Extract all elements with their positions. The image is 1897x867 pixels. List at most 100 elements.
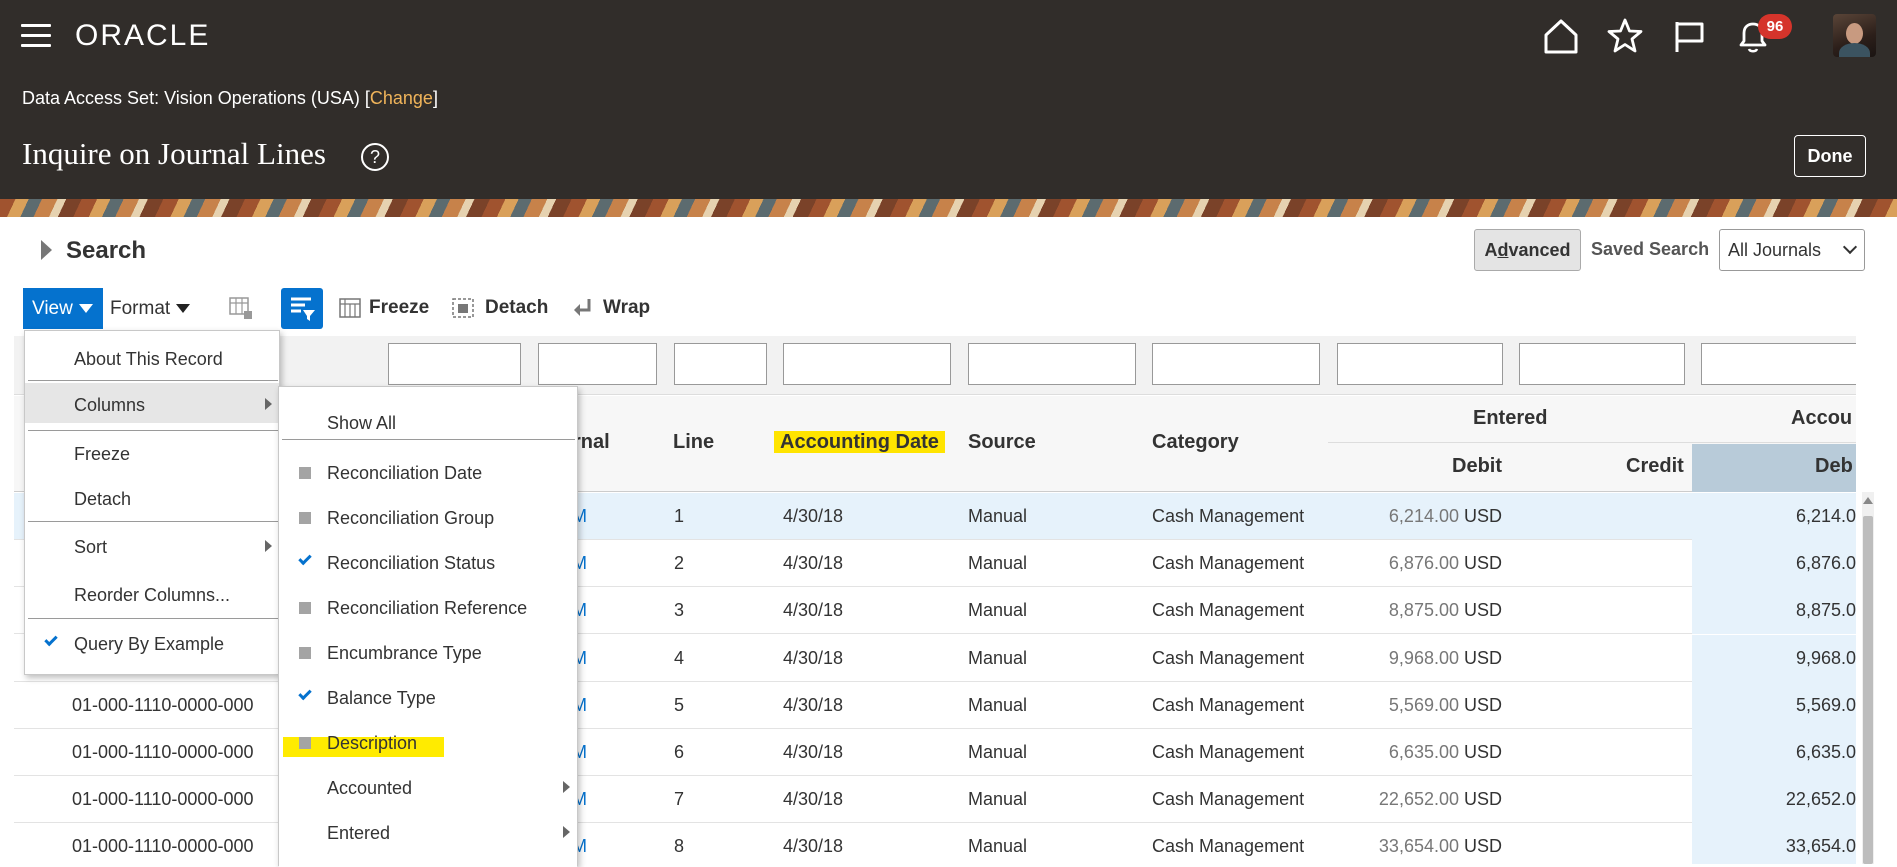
filter-journal-input[interactable] <box>388 343 521 385</box>
columns-menu-item-reconciliation-date[interactable]: Reconciliation Date <box>279 451 577 491</box>
scrollbar-thumb[interactable] <box>1863 516 1873 864</box>
columns-menu-item-reconciliation-group[interactable]: Reconciliation Group <box>279 496 577 536</box>
category-cell: Cash Management <box>1152 742 1305 762</box>
line-cell: 8 <box>674 836 685 857</box>
decorative-banner <box>0 199 1897 217</box>
columns-menu-item-show-all[interactable]: Show All <box>279 401 577 441</box>
help-icon[interactable]: ? <box>361 143 389 171</box>
columns-menu-item-reconciliation-reference[interactable]: Reconciliation Reference <box>279 586 577 626</box>
line-cell: 7 <box>674 789 685 810</box>
unchecked-box-icon <box>299 512 311 524</box>
avatar[interactable] <box>1833 14 1876 57</box>
account-cell: 01-000-1110-0000-000 <box>72 742 254 762</box>
flag-icon[interactable] <box>1669 16 1709 56</box>
column-header-accounting-date[interactable]: Accounting Date <box>774 431 945 454</box>
filter-accounted-debit-input[interactable] <box>1701 343 1856 385</box>
freeze-button[interactable]: Freeze <box>369 297 429 319</box>
columns-menu-item-description[interactable]: Description <box>279 721 577 761</box>
format-menu-button[interactable]: Format <box>110 298 191 320</box>
dropdown-chevron-icon <box>1842 239 1858 255</box>
entered-debit-cell: 8,875.00 <box>1388 600 1459 621</box>
menu-item-label: Reconciliation Group <box>327 508 495 528</box>
favorites-star-icon[interactable] <box>1605 16 1645 56</box>
menu-item-label: Accounted <box>327 778 413 798</box>
home-icon[interactable] <box>1541 16 1581 56</box>
source-cell: Manual <box>968 647 1028 668</box>
view-menu-item-columns[interactable]: Columns <box>25 383 279 423</box>
view-menu-button[interactable]: View <box>23 288 103 329</box>
filter-source-input[interactable] <box>968 343 1136 385</box>
scroll-up-arrow-icon[interactable] <box>1863 497 1873 504</box>
unchecked-box-icon <box>299 602 311 614</box>
accounted-debit-cell: 6,876.0 <box>1795 553 1856 574</box>
filter-entered-debit-input[interactable] <box>1337 343 1503 385</box>
column-header-source[interactable]: Source <box>968 431 1036 454</box>
menu-separator <box>28 380 278 381</box>
columns-menu-item-reconciliation-status[interactable]: Reconciliation Status <box>279 541 577 581</box>
filter-line-input[interactable] <box>674 343 767 385</box>
accounting-date-cell: 4/30/18 <box>783 600 844 621</box>
column-header-entered-credit[interactable]: Credit <box>1626 455 1684 478</box>
accounting-date-label: Accounting Date <box>774 431 945 453</box>
view-menu-item-about-this-record[interactable]: About This Record <box>25 337 279 377</box>
saved-search-value: All Journals <box>1728 240 1822 260</box>
entered-debit-cell: 6,214.00 <box>1388 506 1459 526</box>
filter-journal-2-input[interactable] <box>538 343 657 385</box>
column-header-line[interactable]: Line <box>673 431 714 454</box>
line-cell: 6 <box>674 742 685 762</box>
checkmark-icon <box>298 551 312 566</box>
detach-icon[interactable] <box>451 296 475 320</box>
column-header-entered-debit[interactable]: Debit <box>1452 455 1502 478</box>
detach-button[interactable]: Detach <box>485 297 548 319</box>
wrap-button[interactable]: Wrap <box>603 297 650 319</box>
menu-item-label: Reconciliation Reference <box>327 598 528 618</box>
column-header-journal[interactable]: rnal <box>573 431 610 454</box>
category-cell: Cash Management <box>1152 553 1305 574</box>
entered-debit-cell: 6,635.00 <box>1388 742 1459 762</box>
columns-menu-item-accounted[interactable]: Accounted <box>279 766 577 806</box>
unchecked-box-icon <box>299 467 311 479</box>
unchecked-box-icon <box>299 647 311 659</box>
done-button[interactable]: Done <box>1794 135 1866 177</box>
menu-separator <box>28 618 278 619</box>
advanced-search-button[interactable]: Advanced <box>1474 229 1581 271</box>
freeze-icon[interactable] <box>338 296 362 320</box>
change-link[interactable]: Change <box>370 88 433 108</box>
columns-menu-item-entered[interactable]: Entered <box>279 811 577 851</box>
accounted-debit-cell: 22,652.0 <box>1785 789 1856 810</box>
notification-badge[interactable]: 96 <box>1758 14 1792 39</box>
search-section-title[interactable]: Search <box>66 237 146 265</box>
source-cell: Manual <box>968 600 1028 621</box>
view-menu-item-sort[interactable]: Sort <box>25 525 279 565</box>
filter-category-input[interactable] <box>1152 343 1320 385</box>
column-header-accounted-debit[interactable]: Deb <box>1815 455 1853 478</box>
column-header-category[interactable]: Category <box>1152 431 1239 454</box>
currency-cell: USD <box>1464 742 1503 762</box>
menu-item-label: Description <box>327 733 418 753</box>
wrap-icon[interactable] <box>572 297 594 319</box>
category-cell: Cash Management <box>1152 600 1305 621</box>
category-cell: Cash Management <box>1152 506 1305 526</box>
query-by-example-button[interactable] <box>281 288 323 329</box>
oracle-logo: ORACLE <box>75 19 211 52</box>
currency-cell: USD <box>1464 647 1503 668</box>
filter-entered-credit-input[interactable] <box>1519 343 1685 385</box>
columns-menu-item-balance-type[interactable]: Balance Type <box>279 676 577 716</box>
menu-item-label: Reconciliation Status <box>327 553 496 573</box>
expand-triangle-icon[interactable] <box>41 240 52 260</box>
columns-menu-item-encumbrance-type[interactable]: Encumbrance Type <box>279 631 577 671</box>
columns-manage-icon[interactable] <box>228 295 254 321</box>
saved-search-label: Saved Search <box>1591 239 1710 259</box>
menu-separator <box>28 521 278 522</box>
view-menu-item-query-by-example[interactable]: Query By Example <box>25 622 279 662</box>
filter-accounting-date-input[interactable] <box>783 343 951 385</box>
view-menu-item-reorder-columns[interactable]: Reorder Columns... <box>25 573 279 613</box>
view-menu-item-detach[interactable]: Detach <box>25 477 279 517</box>
view-menu-item-freeze[interactable]: Freeze <box>25 432 279 472</box>
source-cell: Manual <box>968 742 1028 762</box>
accounting-date-cell: 4/30/18 <box>783 789 844 810</box>
currency-cell: USD <box>1464 836 1503 857</box>
saved-search-select[interactable]: All Journals <box>1719 229 1865 271</box>
query-by-example-icon <box>291 297 315 321</box>
hamburger-icon[interactable] <box>21 24 51 48</box>
